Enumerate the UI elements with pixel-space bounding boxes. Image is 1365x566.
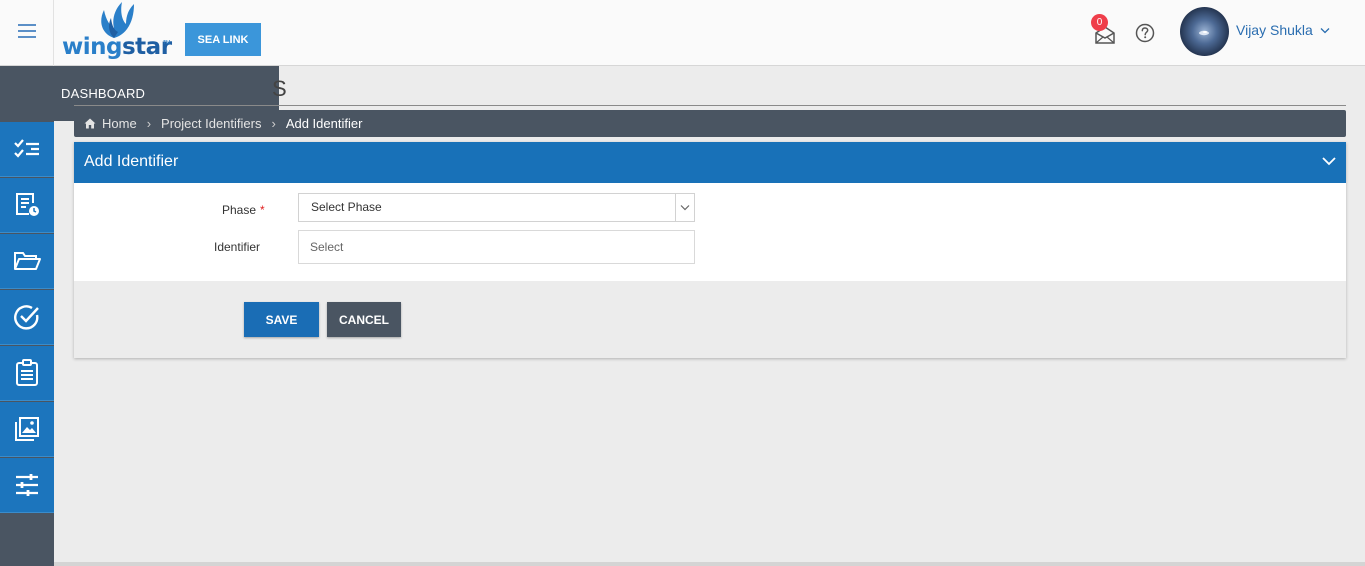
checklist-icon: [14, 139, 39, 158]
sidebar-item-settings[interactable]: [0, 458, 54, 513]
sidebar-item-approvals[interactable]: [0, 290, 54, 345]
top-bar: wingstar TM SEA LINK 0 Vijay Shukla: [0, 0, 1365, 66]
report-clock-icon: [16, 193, 39, 216]
page-bottom-border: [54, 562, 1365, 566]
identifier-input[interactable]: [298, 230, 695, 264]
sidebar-item-gallery[interactable]: [0, 402, 54, 457]
panel-header: Add Identifier: [74, 142, 1346, 183]
breadcrumb-current: Add Identifier: [285, 116, 363, 131]
breadcrumb-home[interactable]: Home: [102, 116, 137, 131]
sidebar-item-clipboard[interactable]: [0, 346, 54, 401]
mail-count-badge: 0: [1091, 14, 1108, 31]
save-button[interactable]: SAVE: [244, 302, 319, 337]
phase-label: Phase *: [222, 203, 265, 217]
project-sea-link-button[interactable]: SEA LINK: [185, 23, 261, 56]
help-icon[interactable]: [1135, 23, 1155, 43]
phase-select-value: Select Phase: [311, 200, 382, 214]
add-identifier-panel: Add Identifier Phase * Select Phase Ident…: [74, 142, 1346, 358]
logo-text: wingstar: [62, 34, 172, 60]
sidebar-item-tasks[interactable]: [0, 122, 54, 177]
breadcrumb-separator-icon: ›: [146, 116, 152, 131]
page-title: S: [272, 76, 287, 101]
check-circle-icon: [14, 305, 39, 330]
collapse-chevron-icon[interactable]: [1322, 156, 1336, 166]
folder-open-icon: [14, 252, 41, 270]
sidebar-item-reports[interactable]: [0, 178, 54, 233]
form-actions: SAVE CANCEL: [74, 281, 1346, 358]
breadcrumb-project-identifiers[interactable]: Project Identifiers: [161, 116, 261, 131]
logo-trademark: TM: [163, 40, 171, 46]
breadcrumb: Home › Project Identifiers › Add Identif…: [74, 110, 1346, 137]
gallery-icon: [15, 417, 39, 441]
required-marker: *: [260, 203, 265, 217]
chevron-down-icon[interactable]: [675, 194, 694, 221]
sliders-icon: [16, 474, 38, 496]
sidebar-item-projects[interactable]: [0, 234, 54, 289]
phase-select[interactable]: Select Phase: [298, 193, 695, 222]
panel-title: Add Identifier: [84, 153, 179, 170]
user-name[interactable]: Vijay Shukla: [1236, 22, 1313, 38]
breadcrumb-separator-icon: ›: [271, 116, 276, 131]
user-avatar[interactable]: [1180, 7, 1229, 56]
form-body: Phase * Select Phase Identifier: [74, 183, 1346, 281]
clipboard-icon: [16, 359, 38, 386]
identifier-label: Identifier: [214, 240, 261, 254]
chevron-down-icon[interactable]: [1320, 27, 1330, 34]
home-icon: [84, 118, 96, 129]
avatar-image: [1199, 30, 1209, 36]
title-divider: [74, 105, 1346, 106]
wingstar-logo[interactable]: wingstar TM: [62, 0, 172, 64]
sidebar-item-dashboard-label[interactable]: DASHBOARD: [61, 86, 145, 101]
hamburger-menu-icon[interactable]: [18, 24, 36, 38]
cancel-button[interactable]: CANCEL: [327, 302, 401, 337]
